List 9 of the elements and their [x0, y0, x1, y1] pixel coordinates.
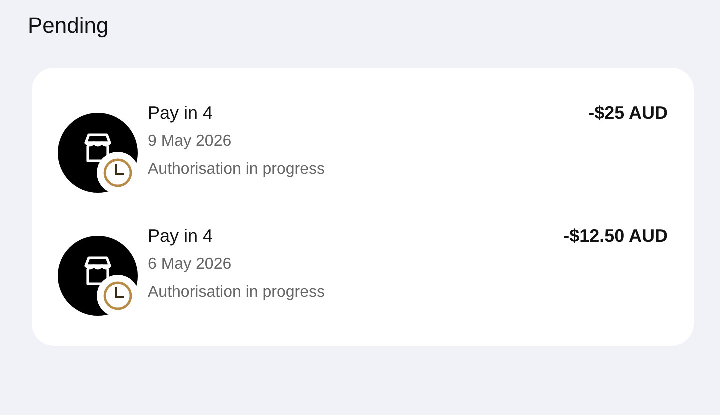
transaction-title: Pay in 4: [148, 225, 214, 247]
transaction-status: Authorisation in progress: [148, 283, 326, 303]
transaction-amount: -$12.50 AUD: [564, 225, 668, 247]
transaction-date: 6 May 2026: [148, 255, 233, 275]
section-heading: Pending: [28, 12, 110, 40]
transaction-title: Pay in 4: [148, 102, 214, 124]
transaction-status: Authorisation in progress: [148, 160, 326, 180]
transaction-amount: -$25 AUD: [588, 102, 668, 124]
transaction-date: 9 May 2026: [148, 132, 233, 152]
